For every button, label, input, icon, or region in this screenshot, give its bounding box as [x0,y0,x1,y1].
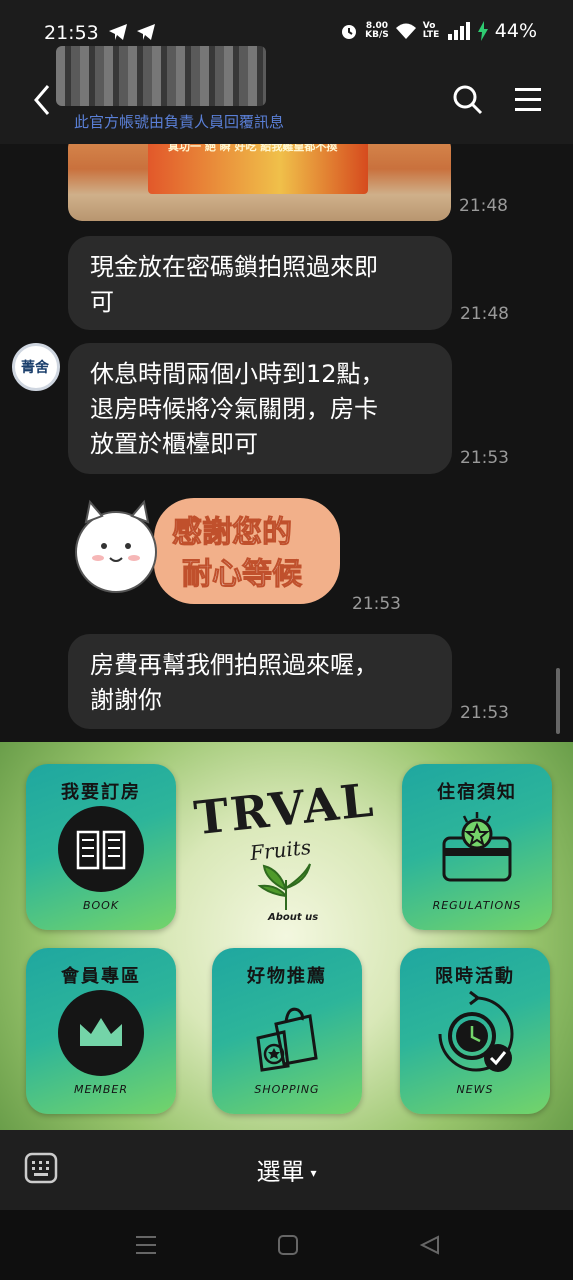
search-icon[interactable] [452,84,484,116]
rich-menu-shopping-button[interactable]: 好物推薦 SHOPPING [212,948,362,1114]
network-speed: 8.00 KB/S [365,22,389,40]
sticker-text-line-2: 耐心等候 [182,557,303,592]
chat-scrollbar[interactable] [556,668,560,734]
home-icon[interactable] [276,1234,300,1256]
image-message-text: 真功一 絕 瞬 好吃 給我雞皇都不換 [168,144,338,153]
message-line: 現金放在密碼鎖拍照過來即 [90,253,378,281]
plant-icon [257,863,311,910]
status-icons: 8.00 KB/S Vo LTE 44% [339,20,537,42]
back-nav-icon[interactable] [418,1234,442,1256]
avatar-text: 菁舍 [21,360,49,376]
image-message[interactable]: 真功一 絕 瞬 好吃 給我雞皇都不換 [68,144,451,221]
caret-down-icon: ▾ [310,1166,317,1180]
rich-menu-member-button[interactable]: 會員專區 MEMBER [26,948,176,1114]
message-line: 退房時候將冷氣關閉，房卡 [90,395,378,423]
menu-toggle-button[interactable]: 選單 ▾ [0,1152,573,1187]
alarm-icon [342,25,357,39]
telegram-icon [109,24,127,40]
message-timestamp: 21:48 [459,196,508,216]
recent-apps-icon[interactable] [134,1234,158,1256]
chat-title [74,69,284,109]
rich-menu-sub: NEWS [456,1083,494,1096]
battery-level: 44% [494,20,537,42]
sticker-text-line-1: 感謝您的 [172,515,292,550]
crown-icon [58,990,144,1076]
charging-icon [477,21,488,41]
message-line: 休息時間兩個小時到12點， [90,360,385,388]
wifi-icon [395,23,416,39]
menu-toggle-label: 選單 [256,1158,305,1186]
sticker-cat-thanks[interactable]: 感謝您的 耐心等候 [72,492,344,614]
bottom-bar: 選單 ▾ [0,1130,573,1210]
message-bubble[interactable]: 現金放在密碼鎖拍照過來即 可 [68,236,452,330]
avatar[interactable]: 菁舍 [12,343,60,391]
rich-menu-regulations-button[interactable]: 住宿須知 REGULATIONS [402,764,552,930]
message-timestamp: 21:53 [352,594,401,614]
back-arrow-icon[interactable] [28,80,58,120]
chat-subtitle: 此官方帳號由負責人員回覆訊息 [74,113,285,131]
rich-menu-label: 限時活動 [435,966,515,987]
rich-menu-label: 我要訂房 [61,782,141,803]
telegram-icon-2 [137,24,155,40]
message-line: 謝謝你 [90,686,162,714]
message-timestamp: 21:53 [460,448,509,468]
clock-check-icon [438,990,514,1072]
message-timestamp: 21:53 [460,703,509,723]
brand-title: TRVAL [191,772,378,846]
status-time: 21:53 [44,22,99,44]
message-bubble[interactable]: 休息時間兩個小時到12點， 退房時候將冷氣關閉，房卡 放置於櫃檯即可 [68,343,452,474]
rich-menu-book-button[interactable]: 我要訂房 BOOK [26,764,176,930]
rich-menu-news-button[interactable]: 限時活動 NEWS [400,948,550,1114]
brand-caption: About us [268,912,319,923]
chat-area[interactable]: 真功一 絕 瞬 好吃 給我雞皇都不換 21:48 現金放在密碼鎖拍照過來即 可 … [0,144,573,742]
message-timestamp: 21:48 [460,304,509,324]
network-speed-unit: KB/S [365,30,389,40]
chat-header: 此官方帳號由負責人員回覆訊息 [0,46,573,144]
book-icon [58,806,144,892]
rich-menu-label: 住宿須知 [437,782,517,803]
message-bubble[interactable]: 房費再幫我們拍照過來喔， 謝謝你 [68,634,452,729]
shopping-bag-icon [256,1007,318,1072]
rich-menu-sub: SHOPPING [254,1083,320,1096]
rich-menu-sub: MEMBER [73,1083,129,1096]
rich-menu-label: 會員專區 [61,966,141,987]
message-line: 放置於櫃檯即可 [90,430,258,458]
card-star-icon [442,812,512,882]
system-nav-bar [0,1210,573,1280]
signal-icon [447,22,470,40]
message-line: 可 [90,288,114,316]
rich-menu: 我要訂房 BOOK TRVAL Fruits About us 住宿須知 REG… [0,742,573,1130]
message-line: 房費再幫我們拍照過來喔， [90,651,378,679]
rich-menu-sub: BOOK [82,899,120,912]
hamburger-menu-icon[interactable] [513,86,543,114]
rich-menu-label: 好物推薦 [247,966,327,987]
rich-menu-sub: REGULATIONS [432,899,522,912]
volte-label: Vo LTE [422,21,440,40]
